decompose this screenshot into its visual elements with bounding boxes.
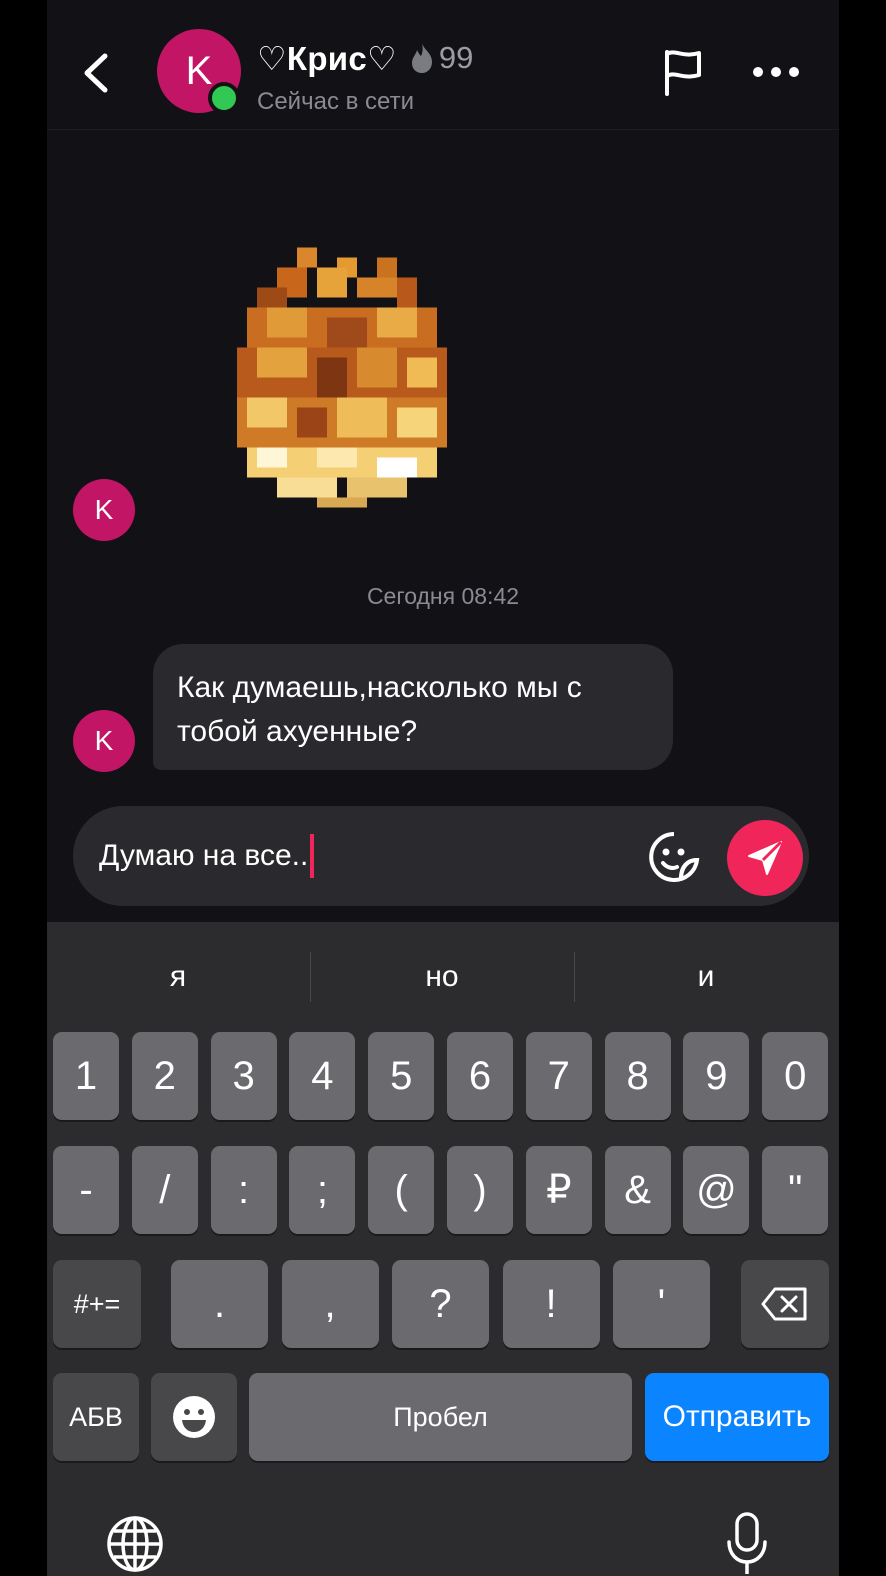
- sender-avatar[interactable]: K: [73, 479, 135, 541]
- date-stamp: Сегодня 08:42: [366, 583, 520, 609]
- alphabet-toggle-key[interactable]: АБВ: [53, 1373, 139, 1461]
- backspace-key[interactable]: [741, 1260, 829, 1348]
- symbol-key[interactable]: /: [131, 1146, 198, 1234]
- sender-avatar[interactable]: K: [73, 710, 135, 772]
- number-key[interactable]: 2: [131, 1032, 198, 1120]
- number-key[interactable]: 0: [762, 1032, 829, 1120]
- emoji-key[interactable]: [151, 1373, 237, 1461]
- avatar-letter: K: [185, 48, 213, 93]
- punctuation-key[interactable]: ,: [281, 1260, 379, 1348]
- sticker-emoji-icon[interactable]: [647, 830, 701, 884]
- punctuation-key[interactable]: .: [171, 1260, 268, 1348]
- chat-screen: K ♡Крис♡ 99 Сейчас в сети K Сегодня 08:4…: [47, 0, 839, 1576]
- number-key[interactable]: 5: [368, 1032, 435, 1120]
- fire-sticker[interactable]: [237, 245, 447, 510]
- flame-icon: [411, 43, 432, 73]
- back-icon[interactable]: [75, 48, 119, 98]
- punctuation-key[interactable]: ': [613, 1260, 710, 1348]
- online-indicator: [208, 82, 240, 114]
- symbol-key[interactable]: (: [368, 1146, 435, 1234]
- message-text-line: тобой ахуенные?: [177, 715, 418, 748]
- number-key[interactable]: 3: [210, 1032, 277, 1120]
- emoji-icon: [173, 1396, 215, 1438]
- symbol-key[interactable]: @: [683, 1146, 750, 1234]
- text-caret: [310, 834, 315, 878]
- number-key[interactable]: 6: [447, 1032, 513, 1120]
- symbol-key[interactable]: ₽: [525, 1146, 592, 1234]
- suggestion-item[interactable]: но: [311, 952, 573, 1002]
- keyboard-send-key[interactable]: Отправить: [645, 1373, 829, 1461]
- globe-icon[interactable]: [105, 1514, 165, 1574]
- message-input[interactable]: Думаю на все..: [99, 834, 315, 878]
- more-options-icon[interactable]: [752, 62, 800, 82]
- message-input-value: Думаю на все..: [99, 839, 309, 872]
- incoming-message-bubble[interactable]: Как думаешь,насколько мы с тобой ахуенны…: [153, 644, 673, 770]
- symbol-key[interactable]: &: [604, 1146, 671, 1234]
- symbol-key[interactable]: ;: [289, 1146, 356, 1234]
- number-key[interactable]: 1: [53, 1032, 119, 1120]
- symbol-key[interactable]: ": [762, 1146, 829, 1234]
- online-status: Сейчас в сети: [257, 88, 414, 115]
- suggestion-item[interactable]: и: [575, 952, 837, 1002]
- keyboard: я но и 1234567890 - /:;() ₽ & @ " #+= .,?! ' А…: [47, 922, 839, 1576]
- backspace-icon: [761, 1287, 807, 1321]
- number-key[interactable]: 4: [289, 1032, 356, 1120]
- send-button[interactable]: [727, 820, 803, 896]
- number-key[interactable]: 7: [525, 1032, 592, 1120]
- suggestion-item[interactable]: я: [47, 952, 309, 1002]
- send-arrow-icon: [748, 840, 783, 875]
- contact-title-row[interactable]: ♡Крис♡ 99: [257, 38, 473, 78]
- symbol-key[interactable]: :: [210, 1146, 277, 1234]
- avatar-letter: K: [94, 494, 114, 525]
- microphone-icon[interactable]: [725, 1512, 769, 1576]
- message-composer: Думаю на все..: [73, 806, 809, 906]
- punctuation-key[interactable]: !: [502, 1260, 600, 1348]
- space-key[interactable]: Пробел: [249, 1373, 632, 1461]
- suggestion-bar: я но и: [47, 922, 839, 1032]
- streak-count: 99: [438, 40, 474, 75]
- number-key[interactable]: 9: [683, 1032, 750, 1120]
- message-text-line: Как думаешь,насколько мы с: [177, 671, 582, 704]
- chat-header: K ♡Крис♡ 99 Сейчас в сети: [47, 0, 839, 130]
- avatar-letter: K: [94, 725, 114, 756]
- symbol-key[interactable]: -: [53, 1146, 119, 1234]
- symbols-toggle-key[interactable]: #+=: [53, 1260, 141, 1348]
- symbol-key[interactable]: ): [447, 1146, 513, 1234]
- number-key[interactable]: 8: [604, 1032, 671, 1120]
- contact-name: ♡Крис♡: [257, 39, 397, 77]
- punctuation-key[interactable]: ?: [392, 1260, 489, 1348]
- flag-icon[interactable]: [659, 46, 707, 98]
